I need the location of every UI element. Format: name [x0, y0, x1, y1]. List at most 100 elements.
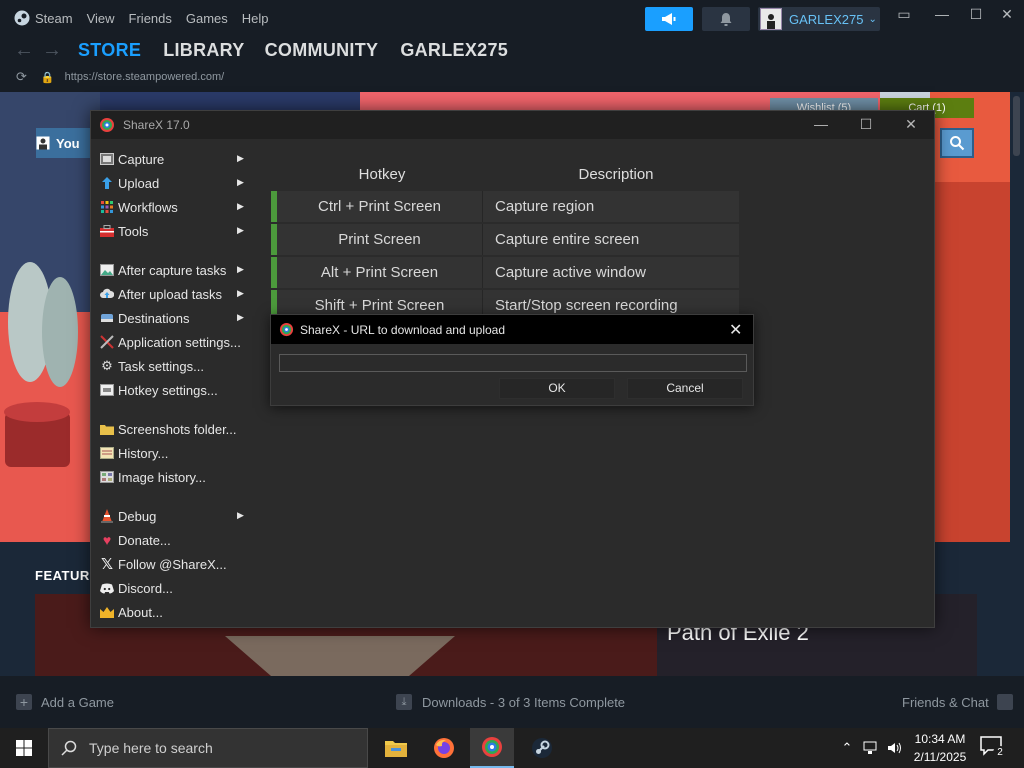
- user-menu-button[interactable]: GARLEX275 ⌄: [758, 7, 880, 31]
- close-icon[interactable]: ✕: [729, 320, 742, 340]
- tab-store[interactable]: STORE: [78, 40, 141, 61]
- minimize-icon[interactable]: —: [930, 6, 954, 22]
- menu-capture[interactable]: Capture ▶: [91, 147, 251, 171]
- steam-logo-icon: [14, 10, 30, 26]
- menu-discord[interactable]: Discord...: [91, 576, 251, 600]
- hotkey-row[interactable]: Ctrl + Print Screen Capture region: [271, 191, 739, 222]
- taskbar-sharex[interactable]: [470, 728, 514, 768]
- menu-history[interactable]: History...: [91, 441, 251, 465]
- page-url[interactable]: https://store.steampowered.com/: [65, 71, 225, 83]
- submenu-arrow-icon: ▶: [237, 177, 244, 187]
- crown-icon: [100, 605, 114, 619]
- menu-screenshots-folder[interactable]: Screenshots folder...: [91, 417, 251, 441]
- downloads-label: Downloads - 3 of 3 Items Complete: [422, 694, 626, 710]
- menu-application-settings[interactable]: Application settings...: [91, 330, 251, 354]
- featured-heading: FEATUR: [35, 568, 90, 583]
- clock-time: 10:34 AM: [914, 732, 966, 746]
- menu-follow-sharex[interactable]: 𝕏 Follow @ShareX...: [91, 552, 251, 576]
- menu-task-settings-label: Task settings...: [118, 358, 204, 374]
- big-picture-icon[interactable]: ▭: [892, 6, 916, 23]
- back-arrow-icon[interactable]: ←: [14, 39, 34, 62]
- menu-donate[interactable]: ♥ Donate...: [91, 528, 251, 552]
- bell-icon: [720, 13, 732, 26]
- menu-friends[interactable]: Friends: [129, 11, 172, 26]
- reload-icon[interactable]: ⟳: [16, 69, 27, 85]
- start-button[interactable]: [0, 728, 48, 768]
- add-game-button[interactable]: + Add a Game: [16, 694, 114, 710]
- image-history-icon: [100, 470, 114, 484]
- hotkey-row[interactable]: Alt + Print Screen Capture active window: [271, 257, 739, 288]
- menu-destinations-label: Destinations: [118, 310, 190, 326]
- menu-upload-label: Upload: [118, 175, 160, 191]
- hotkey-row[interactable]: Print Screen Capture entire screen: [271, 224, 739, 255]
- forward-arrow-icon[interactable]: →: [42, 39, 62, 62]
- menu-upload[interactable]: Upload ▶: [91, 171, 251, 195]
- minimize-icon[interactable]: —: [811, 116, 831, 132]
- menu-follow-label: Follow @ShareX...: [118, 556, 227, 572]
- downloads-status[interactable]: ⤓ Downloads - 3 of 3 Items Complete: [396, 694, 625, 710]
- submenu-arrow-icon: ▶: [237, 312, 244, 322]
- menu-debug[interactable]: Debug ▶: [91, 504, 251, 528]
- friends-chat-button[interactable]: Friends & Chat: [902, 694, 1013, 710]
- announcements-button[interactable]: [645, 7, 693, 31]
- ok-button[interactable]: OK: [499, 378, 615, 399]
- tab-community[interactable]: COMMUNITY: [265, 40, 379, 61]
- add-game-label: Add a Game: [41, 694, 114, 710]
- menu-workflows-label: Workflows: [118, 199, 178, 215]
- volume-icon[interactable]: [884, 728, 906, 768]
- submenu-arrow-icon: ▶: [237, 264, 244, 274]
- search-icon: [950, 136, 965, 151]
- scrollbar-thumb[interactable]: [1013, 96, 1020, 156]
- menu-tools-label: Tools: [118, 223, 149, 239]
- menu-workflows[interactable]: Workflows ▶: [91, 195, 251, 219]
- url-bar: ⟳ 🔒 https://store.steampowered.com/: [0, 66, 1024, 88]
- close-icon[interactable]: ✕: [995, 6, 1019, 23]
- taskbar-steam[interactable]: [520, 728, 564, 768]
- taskbar-file-explorer[interactable]: [374, 728, 418, 768]
- menu-games[interactable]: Games: [186, 11, 228, 26]
- menu-after-capture-tasks[interactable]: After capture tasks ▶: [91, 258, 251, 282]
- sharex-titlebar[interactable]: ShareX 17.0: [91, 111, 934, 139]
- friends-chat-label: Friends & Chat: [902, 694, 989, 710]
- menu-help[interactable]: Help: [242, 11, 269, 26]
- dialog-titlebar[interactable]: ShareX - URL to download and upload: [271, 315, 753, 344]
- menu-destinations[interactable]: Destinations ▶: [91, 306, 251, 330]
- submenu-arrow-icon: ▶: [237, 201, 244, 211]
- hotkey-table: Hotkey Description Ctrl + Print Screen Ca…: [271, 159, 739, 321]
- menu-view[interactable]: View: [87, 11, 115, 26]
- tab-library[interactable]: LIBRARY: [163, 40, 244, 61]
- capture-icon: [100, 152, 114, 166]
- hotkey-key: Ctrl + Print Screen: [277, 191, 483, 222]
- username-label: GARLEX275: [789, 11, 864, 27]
- menu-discord-label: Discord...: [118, 580, 173, 596]
- taskbar-firefox[interactable]: [422, 728, 466, 768]
- cancel-button[interactable]: Cancel: [627, 378, 743, 399]
- notification-center-button[interactable]: 2: [980, 736, 1008, 760]
- taskbar-clock[interactable]: 10:34 AM 2/11/2025: [908, 730, 972, 766]
- store-scrollbar[interactable]: [1010, 92, 1024, 676]
- wrench-screwdriver-icon: [100, 335, 114, 349]
- column-header-description: Description: [578, 165, 654, 183]
- close-icon[interactable]: ✕: [901, 116, 921, 133]
- menu-hotkey-settings[interactable]: Hotkey settings...: [91, 378, 251, 402]
- tray-overflow-chevron-icon[interactable]: ⌃: [838, 728, 856, 768]
- notifications-button[interactable]: [702, 7, 750, 31]
- sharex-logo-icon: [100, 118, 114, 132]
- megaphone-icon: [662, 13, 676, 25]
- network-icon[interactable]: [860, 728, 882, 768]
- taskbar-search[interactable]: Type here to search: [48, 728, 368, 768]
- tab-profile[interactable]: GARLEX275: [400, 40, 508, 61]
- maximize-icon[interactable]: ☐: [964, 6, 988, 23]
- menu-after-upload-tasks[interactable]: After upload tasks ▶: [91, 282, 251, 306]
- steam-bottom-bar: + Add a Game ⤓ Downloads - 3 of 3 Items …: [0, 676, 1024, 728]
- url-input[interactable]: [279, 354, 747, 372]
- menu-tools[interactable]: Tools ▶: [91, 219, 251, 243]
- store-search-button[interactable]: [940, 128, 974, 158]
- menu-task-settings[interactable]: ⚙ Task settings...: [91, 354, 251, 378]
- sharex-title: ShareX 17.0: [123, 118, 190, 132]
- menu-about[interactable]: About...: [91, 600, 251, 624]
- maximize-icon[interactable]: ☐: [856, 116, 876, 133]
- steam-menu[interactable]: Steam: [14, 10, 73, 26]
- menu-image-history[interactable]: Image history...: [91, 465, 251, 489]
- workflows-grid-icon: [100, 200, 114, 214]
